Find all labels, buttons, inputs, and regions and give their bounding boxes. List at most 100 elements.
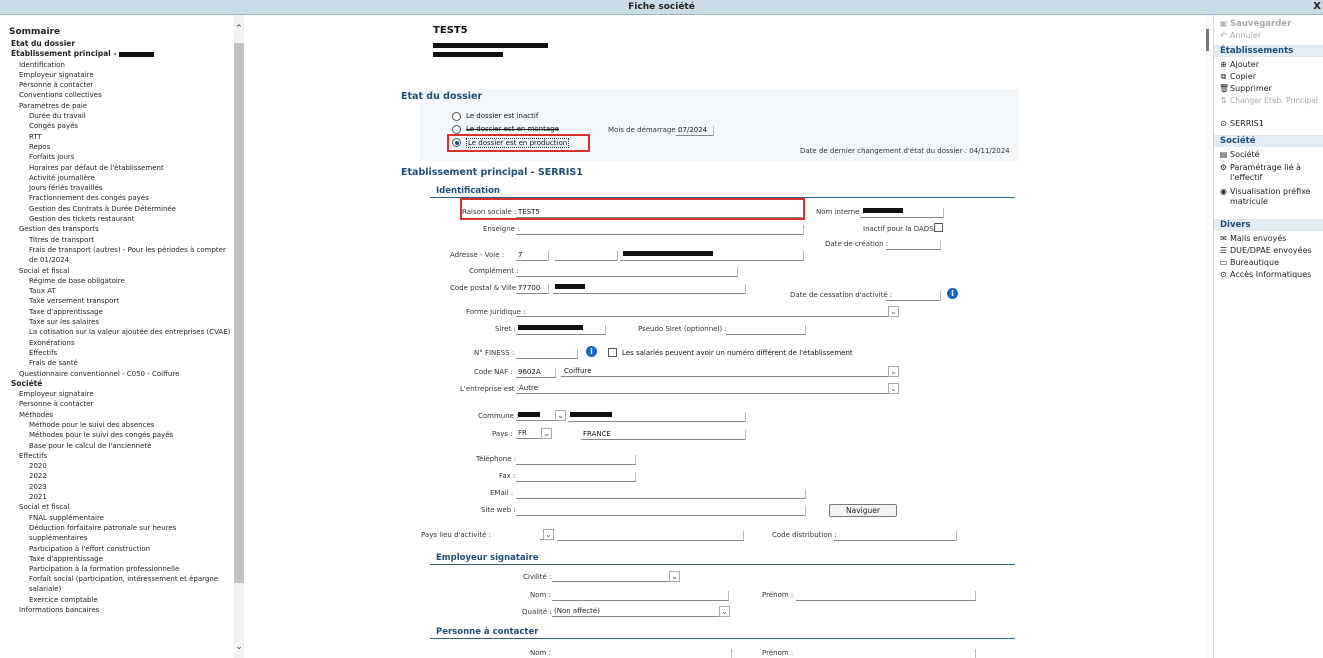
change-etab-button[interactable]: ⇅ Changer Etab. Principal <box>1219 96 1318 105</box>
nav-item[interactable]: Effectifs <box>0 348 230 358</box>
mails-item[interactable]: ✉ Mails envoyés <box>1219 234 1286 243</box>
pseudo-field[interactable] <box>726 325 806 335</box>
nav-item[interactable]: Identification <box>0 60 230 70</box>
nav-item[interactable]: Gestion des Contrats à Durée Déterminée <box>0 204 230 214</box>
nav-item[interactable]: Taxe d'apprentissage <box>0 307 230 317</box>
nav-scroll-thumb[interactable] <box>234 43 244 583</box>
naviguer-button[interactable]: Naviguer <box>829 504 897 517</box>
main-scrollbar[interactable] <box>1205 15 1211 658</box>
nav-item[interactable]: Participation à l'effort construction <box>0 544 230 554</box>
nav-item[interactable]: Congés payés <box>0 121 230 131</box>
nav-item[interactable]: Exercice comptable <box>0 595 230 605</box>
visu-prefixe-item-line2[interactable]: matricule <box>1230 197 1268 206</box>
copy-button[interactable]: ⧉ Copier <box>1219 72 1256 82</box>
nav-item[interactable]: Méthode pour le suivi des absences <box>0 420 230 430</box>
pays-select[interactable]: FR ⌄ <box>516 428 552 439</box>
radio-inactif[interactable] <box>452 112 461 121</box>
nav-item[interactable]: La cotisation sur la valeur ajoutée des … <box>0 327 230 337</box>
nav-item[interactable]: Sommaire <box>0 26 230 39</box>
nav-item[interactable]: Paramètres de paie <box>0 101 230 111</box>
bureautique-item[interactable]: ▭ Bureautique <box>1219 258 1279 267</box>
nav-item[interactable]: Personne à contacter <box>0 80 230 90</box>
nav-item[interactable]: Repos <box>0 142 230 152</box>
radio-montage[interactable] <box>452 125 461 134</box>
nav-item[interactable]: Forfaits jours <box>0 152 230 162</box>
finess-field[interactable] <box>516 349 578 359</box>
nav-item[interactable]: Informations bancaires <box>0 605 230 615</box>
email-field[interactable] <box>516 489 806 499</box>
prenom-field[interactable] <box>796 591 976 601</box>
naf-select[interactable]: Coiffure ⌄ <box>561 366 899 377</box>
param-effectif-item[interactable]: ⚙ Paramétrage lié à <box>1219 163 1301 172</box>
nav-item[interactable]: Frais de santé <box>0 358 230 368</box>
nav-item[interactable]: Gestion des tickets restaurant <box>0 214 230 224</box>
nav-item[interactable]: Société <box>0 379 230 389</box>
add-button[interactable]: ⊕ Ajouter <box>1219 60 1259 69</box>
nav-item[interactable]: Etablissement principal - <box>0 49 230 59</box>
nav-item[interactable]: Gestion des transports <box>0 224 230 234</box>
adresse-voie-field[interactable] <box>620 251 804 261</box>
inactif-checkbox[interactable] <box>934 223 943 232</box>
nav-item[interactable]: Base pour le calcul de l'ancienneté <box>0 441 230 451</box>
cancel-button[interactable]: ↶ Annuler <box>1219 31 1261 40</box>
due-item[interactable]: ☰ DUE/DPAE envoyées <box>1219 246 1312 255</box>
nav-item[interactable]: Méthodes pour le suivi des congés payés <box>0 430 230 440</box>
societe-item[interactable]: ▤ Société <box>1219 150 1260 159</box>
chevron-down-icon[interactable]: ⌄ <box>541 428 552 439</box>
chevron-down-icon[interactable]: ⌄ <box>555 410 566 421</box>
nav-item[interactable]: Taxe sur les salaires <box>0 317 230 327</box>
nav-item[interactable]: Personne à contacter <box>0 399 230 409</box>
pays-lieu-field[interactable] <box>557 531 744 541</box>
chevron-down-icon[interactable]: ⌄ <box>719 606 730 617</box>
chevron-down-icon[interactable]: ⌄ <box>669 571 680 582</box>
serris-item[interactable]: ⊙ SERRIS1 <box>1219 119 1264 128</box>
naf-code-field[interactable] <box>516 368 556 378</box>
acces-item[interactable]: ⊙ Accès Informatiques <box>1219 270 1311 279</box>
nav-item[interactable]: 2021 <box>0 492 230 502</box>
visu-prefixe-item[interactable]: ◉ Visualisation préfixe <box>1219 187 1311 196</box>
complement-field[interactable] <box>516 267 738 277</box>
code-distrib-field[interactable] <box>834 531 957 541</box>
nav-item[interactable]: Questionnaire conventionnel - C050 - Coi… <box>0 369 230 379</box>
nav-item[interactable]: Déduction forfaitaire patronale sur heur… <box>0 523 230 544</box>
nav-item[interactable]: Horaires par défaut de l'établissement <box>0 163 230 173</box>
nav-item[interactable]: Taxe d'apprentissage <box>0 554 230 564</box>
nav-item[interactable]: Employeur signataire <box>0 70 230 80</box>
chevron-down-icon[interactable]: ⌄ <box>888 383 899 394</box>
nav-item[interactable]: Exonérations <box>0 338 230 348</box>
nav-item[interactable]: RTT <box>0 132 230 142</box>
forme-select[interactable]: ⌄ <box>516 306 899 317</box>
nav-item[interactable]: Forfait social (participation, intéresse… <box>0 574 230 595</box>
qualite-select[interactable]: (Non affecté) ⌄ <box>552 606 730 617</box>
adresse-type-field[interactable] <box>555 251 618 261</box>
enseigne-field[interactable] <box>516 225 804 235</box>
pays-text-field[interactable] <box>581 430 746 440</box>
nav-item[interactable]: 2023 <box>0 482 230 492</box>
pays-lieu-select[interactable]: ⌄ <box>540 529 554 540</box>
contact-nom-field[interactable] <box>552 649 732 658</box>
nav-item[interactable]: Titres de transport <box>0 235 230 245</box>
nav-item[interactable]: Jours fériés travaillés <box>0 183 230 193</box>
tel-field[interactable] <box>516 455 636 465</box>
cp-field[interactable] <box>516 284 549 294</box>
nav-item[interactable]: Taxe versement transport <box>0 296 230 306</box>
save-button[interactable]: ▣ Sauvegarder <box>1219 19 1292 29</box>
entreprise-select[interactable]: Autre ⌄ <box>516 383 899 394</box>
param-effectif-item-line2[interactable]: l'effectif <box>1230 173 1262 182</box>
chevron-down-icon[interactable]: ⌄ <box>888 306 899 317</box>
contact-prenom-field[interactable] <box>796 649 976 658</box>
civilite-select[interactable]: ⌄ <box>552 571 680 582</box>
delete-button[interactable]: 🗑Supprimer <box>1219 84 1272 93</box>
nom-field[interactable] <box>552 591 729 601</box>
nav-item[interactable]: Durée du travail <box>0 111 230 121</box>
site-field[interactable] <box>516 506 806 516</box>
nav-item[interactable]: Régime de base obligatoire <box>0 276 230 286</box>
siret-field[interactable] <box>516 325 606 335</box>
mois-field[interactable] <box>676 126 714 136</box>
nav-item[interactable]: Frais de transport (autres) - Pour les p… <box>0 245 230 266</box>
nav-item[interactable]: Taux AT <box>0 286 230 296</box>
nav-item[interactable]: 2022 <box>0 471 230 481</box>
date-creation-field[interactable] <box>886 240 941 250</box>
nom-interne-field[interactable] <box>860 208 944 218</box>
ville-field[interactable] <box>553 284 746 294</box>
